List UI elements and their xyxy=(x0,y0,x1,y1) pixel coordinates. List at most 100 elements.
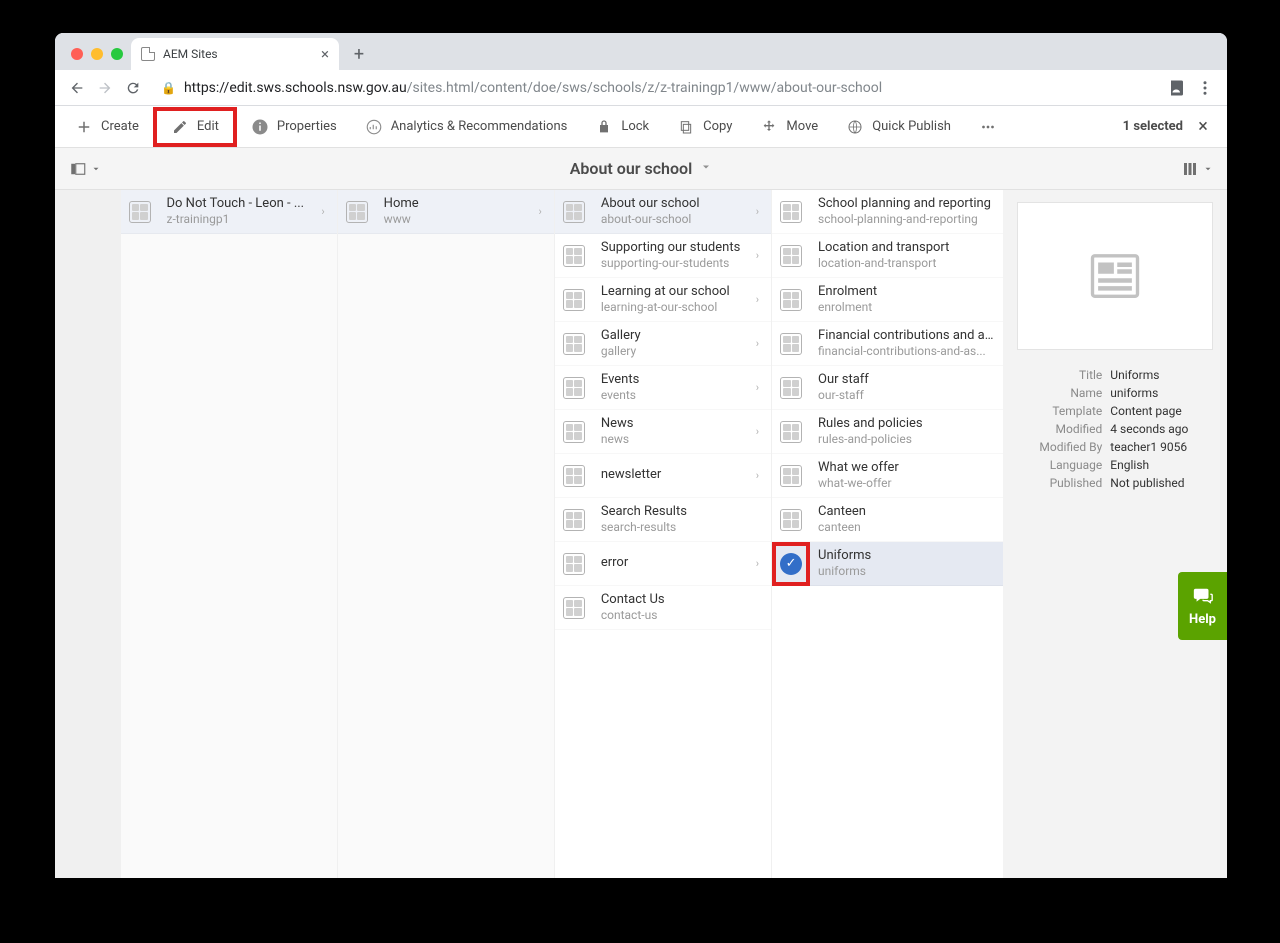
help-label: Help xyxy=(1189,612,1216,627)
chrome-tab-strip: AEM Sites × + xyxy=(55,33,1227,70)
chrome-menu-button[interactable] xyxy=(1191,74,1219,102)
move-button[interactable]: Move xyxy=(746,107,832,147)
item-title: School planning and reporting xyxy=(818,196,995,212)
edit-button[interactable]: Edit xyxy=(153,107,237,147)
window-close-button[interactable] xyxy=(71,48,83,60)
url-host: https://edit.sws.schools.nsw.gov.au xyxy=(184,80,407,96)
quick-publish-button[interactable]: Quick Publish xyxy=(832,107,965,147)
item-thumbnail[interactable] xyxy=(772,457,810,495)
column-item[interactable]: Enrolmentenrolment xyxy=(772,278,1003,322)
column-item[interactable]: What we offerwhat-we-offer xyxy=(772,454,1003,498)
lock-icon xyxy=(595,118,613,136)
item-thumbnail[interactable] xyxy=(555,369,593,407)
tab-close-button[interactable]: × xyxy=(321,45,329,63)
page-title[interactable]: About our school xyxy=(570,159,693,178)
column-item[interactable]: Rules and policiesrules-and-policies xyxy=(772,410,1003,454)
item-labels: Our staffour-staff xyxy=(818,372,995,403)
column-item[interactable]: Learning at our schoollearning-at-our-sc… xyxy=(555,278,771,322)
window-minimize-button[interactable] xyxy=(91,48,103,60)
item-thumbnail[interactable] xyxy=(772,369,810,407)
aem-action-bar: Create Edit Properties Analytics & Recom… xyxy=(55,106,1227,148)
item-selected-check[interactable]: ✓ xyxy=(772,545,810,583)
analytics-button[interactable]: Analytics & Recommendations xyxy=(351,107,582,147)
analytics-icon xyxy=(365,118,383,136)
item-thumbnail[interactable] xyxy=(555,501,593,539)
edit-label: Edit xyxy=(197,119,219,134)
item-thumbnail[interactable] xyxy=(555,325,593,363)
help-widget[interactable]: Help xyxy=(1178,572,1227,640)
item-labels: Rules and policiesrules-and-policies xyxy=(818,416,995,447)
extension-contacts-button[interactable] xyxy=(1163,74,1191,102)
item-name: contact-us xyxy=(601,608,763,623)
item-title: Enrolment xyxy=(818,284,995,300)
item-thumbnail[interactable] xyxy=(555,545,593,583)
column-item[interactable]: Homewww› xyxy=(338,190,554,234)
column-item[interactable]: Supporting our studentssupporting-our-st… xyxy=(555,234,771,278)
create-label: Create xyxy=(101,119,139,134)
column-item[interactable]: School planning and reportingschool-plan… xyxy=(772,190,1003,234)
item-thumbnail[interactable] xyxy=(338,193,376,231)
item-name: events xyxy=(601,388,744,403)
item-title: Financial contributions and as... xyxy=(818,328,995,344)
properties-button[interactable]: Properties xyxy=(237,107,351,147)
column-1: Do Not Touch - Leon - ...z-trainingp1› xyxy=(121,190,337,878)
item-thumbnail[interactable] xyxy=(555,413,593,451)
item-title: Supporting our students xyxy=(601,240,744,256)
lock-button[interactable]: Lock xyxy=(581,107,663,147)
meta-val-modifiedby: teacher1 9056 xyxy=(1110,438,1213,456)
window-fullscreen-button[interactable] xyxy=(111,48,123,60)
chevron-right-icon: › xyxy=(317,205,328,218)
create-button[interactable]: Create xyxy=(61,107,153,147)
chevron-right-icon: › xyxy=(752,337,763,350)
meta-key-modified: Modified xyxy=(1017,420,1110,438)
item-thumbnail[interactable] xyxy=(555,589,593,627)
item-thumbnail[interactable] xyxy=(555,457,593,495)
item-thumbnail[interactable] xyxy=(555,237,593,275)
item-thumbnail[interactable] xyxy=(772,237,810,275)
item-thumbnail[interactable] xyxy=(555,281,593,319)
item-thumbnail[interactable] xyxy=(772,193,810,231)
column-item[interactable]: Eventsevents› xyxy=(555,366,771,410)
address-bar[interactable]: 🔒 https://edit.sws.schools.nsw.gov.au/si… xyxy=(151,74,1159,102)
item-thumbnail[interactable] xyxy=(555,193,593,231)
analytics-label: Analytics & Recommendations xyxy=(391,119,568,134)
lock-icon: 🔒 xyxy=(161,81,176,95)
copy-button[interactable]: Copy xyxy=(663,107,746,147)
meta-key-modifiedby: Modified By xyxy=(1017,438,1110,456)
reload-button[interactable] xyxy=(119,74,147,102)
item-name: financial-contributions-and-as... xyxy=(818,344,995,359)
item-thumbnail[interactable] xyxy=(121,193,159,231)
back-button[interactable] xyxy=(63,74,91,102)
column-item[interactable]: Our staffour-staff xyxy=(772,366,1003,410)
column-item[interactable]: Contact Uscontact-us xyxy=(555,586,771,630)
column-item[interactable]: About our schoolabout-our-school› xyxy=(555,190,771,234)
item-title: Uniforms xyxy=(818,548,995,564)
column-item[interactable]: Gallerygallery› xyxy=(555,322,771,366)
item-thumbnail[interactable] xyxy=(772,413,810,451)
deselect-button[interactable]: × xyxy=(1193,117,1213,137)
view-switcher[interactable] xyxy=(1175,160,1219,178)
chevron-right-icon: › xyxy=(752,249,763,262)
browser-tab[interactable]: AEM Sites × xyxy=(131,38,339,70)
ellipsis-icon xyxy=(979,118,997,136)
item-thumbnail[interactable] xyxy=(772,281,810,319)
meta-key-name: Name xyxy=(1017,384,1110,402)
new-tab-button[interactable]: + xyxy=(345,40,373,68)
item-title: Events xyxy=(601,372,744,388)
item-thumbnail[interactable] xyxy=(772,325,810,363)
column-item[interactable]: Canteencanteen xyxy=(772,498,1003,542)
column-item[interactable]: error› xyxy=(555,542,771,586)
more-actions-button[interactable] xyxy=(965,107,1011,147)
column-item[interactable]: Search Resultssearch-results xyxy=(555,498,771,542)
column-item[interactable]: Location and transportlocation-and-trans… xyxy=(772,234,1003,278)
item-title: Rules and policies xyxy=(818,416,995,432)
column-item[interactable]: newsletter› xyxy=(555,454,771,498)
rail-toggle[interactable] xyxy=(63,160,107,178)
item-thumbnail[interactable] xyxy=(772,501,810,539)
properties-label: Properties xyxy=(277,119,337,134)
column-item[interactable]: Newsnews› xyxy=(555,410,771,454)
aem-title-bar: About our school xyxy=(55,148,1227,190)
column-item[interactable]: Do Not Touch - Leon - ...z-trainingp1› xyxy=(121,190,337,234)
column-item[interactable]: ✓Uniformsuniforms xyxy=(772,542,1003,586)
column-item[interactable]: Financial contributions and as...financi… xyxy=(772,322,1003,366)
